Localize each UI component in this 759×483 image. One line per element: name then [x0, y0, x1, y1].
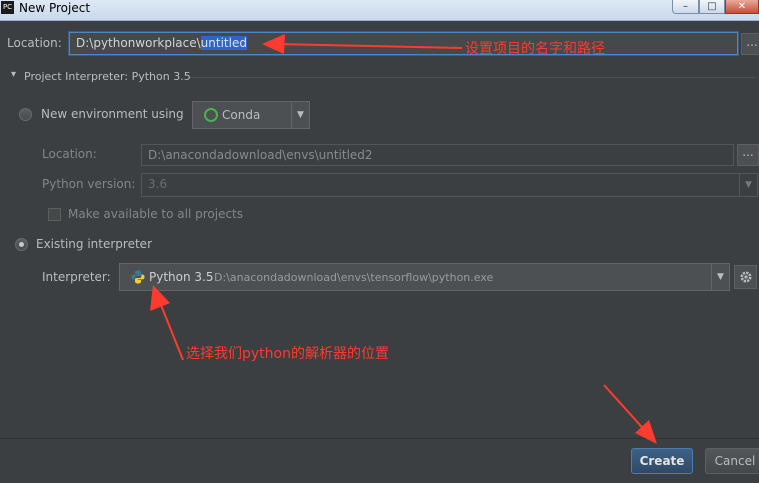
- annotation-name-and-path: 设置项目的名字和路径: [465, 41, 605, 57]
- annotation-arrows: [150, 34, 657, 444]
- annotation-interpreter-location: 选择我们python的解析器的位置: [186, 346, 389, 362]
